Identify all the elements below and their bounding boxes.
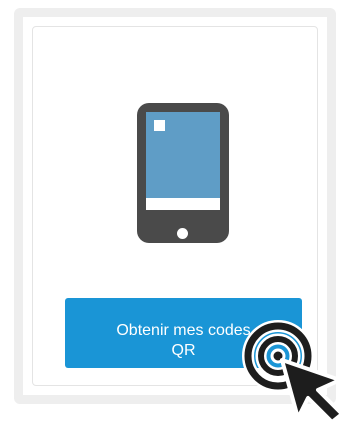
phone-screen-square [154,120,165,131]
phone-home-button [177,228,188,239]
get-qr-codes-button[interactable]: Obtenir mes codes QR [65,298,302,368]
phone-screen [146,112,220,210]
smartphone-icon [137,103,229,243]
button-label-line-2: QR [171,342,196,359]
button-label-line-1: Obtenir mes codes [116,322,251,339]
page: Obtenir mes codes QR [0,0,346,422]
phone-screen-bar [146,198,220,210]
